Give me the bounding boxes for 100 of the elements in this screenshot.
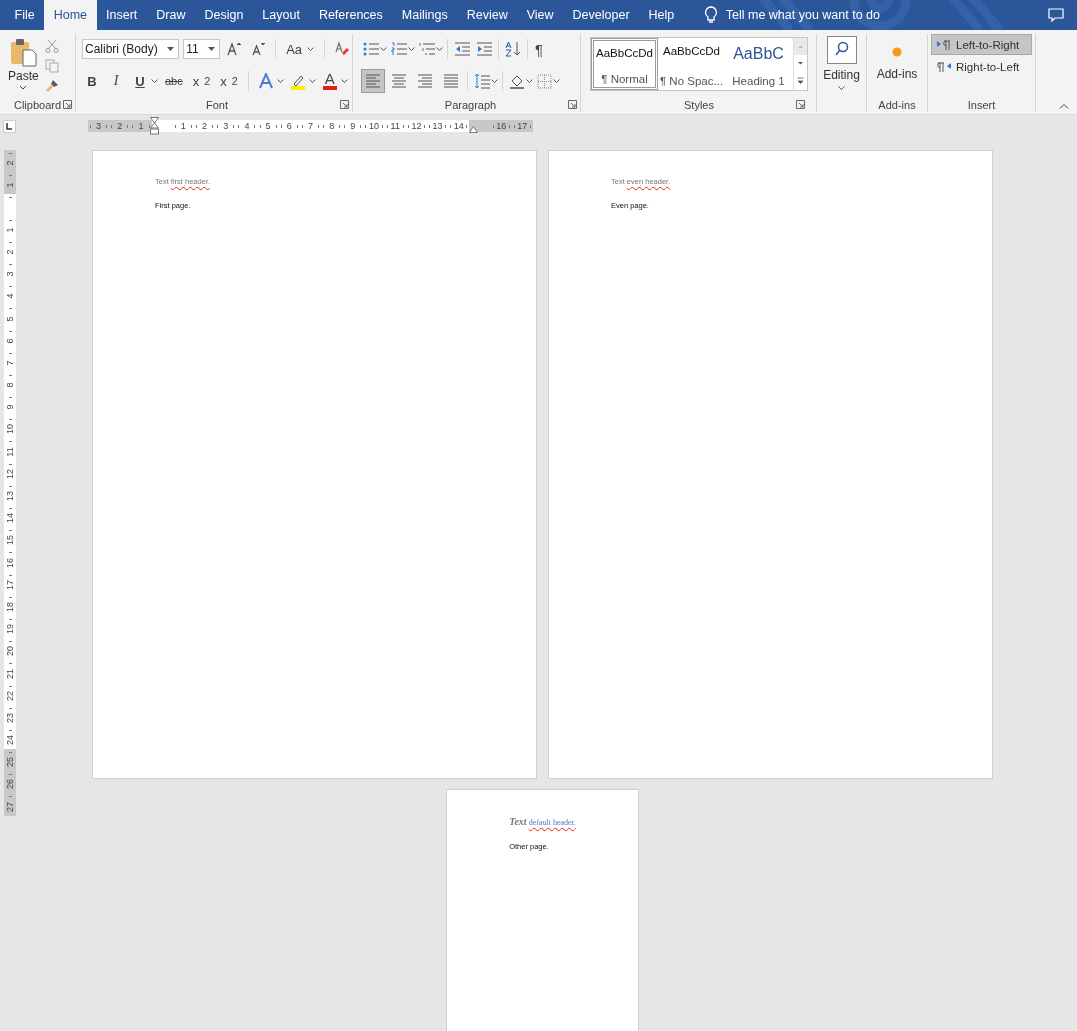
ruler-number: 4 <box>244 121 250 131</box>
caret-icon[interactable] <box>491 79 498 83</box>
editing-button[interactable]: Editing <box>817 34 866 90</box>
decrease-indent-icon[interactable] <box>454 42 470 56</box>
increase-indent-icon[interactable] <box>476 42 492 56</box>
font-name-field[interactable]: Calibri (Body) <box>82 39 180 59</box>
ruler-number: 8 <box>5 382 15 388</box>
style-item[interactable]: AaBbCcDd ¶ Normal <box>591 38 658 90</box>
ruler-number: 2 <box>117 121 123 131</box>
indent-marker-icon[interactable] <box>469 126 478 133</box>
dialog-launcher-icon[interactable] <box>63 100 72 109</box>
ribbon-tab[interactable]: Home <box>44 0 97 30</box>
ruler-number: 5 <box>265 121 271 131</box>
caret-icon[interactable] <box>526 79 533 83</box>
ruler-number: 2 <box>202 121 208 131</box>
text-effects-icon[interactable] <box>257 73 274 89</box>
dialog-launcher-icon[interactable] <box>796 100 805 109</box>
borders-icon[interactable] <box>537 73 552 89</box>
paste-button[interactable]: Paste <box>8 37 39 98</box>
clipboard-icon <box>9 37 38 67</box>
search-icon <box>826 36 857 64</box>
shrink-font-icon[interactable] <box>250 41 267 57</box>
strikethrough-button[interactable]: abc <box>162 70 186 92</box>
ruler-number: 19 <box>5 624 15 635</box>
vertical-ruler[interactable]: 2 1 1 2 3 4 5 6 7 8 9 10 11 12 13 14 15 16 17 18 19 20 21 22 23 24 25 26 27 <box>4 150 16 816</box>
caret-icon <box>838 86 845 90</box>
bold-button[interactable]: B <box>82 70 102 92</box>
ruler-number: 16 <box>496 121 507 131</box>
ruler-number: 23 <box>5 712 15 723</box>
tell-me-search-field[interactable]: Tell me what you want to do <box>725 8 926 22</box>
dialog-launcher-icon[interactable] <box>568 100 577 109</box>
ribbon-tab[interactable]: File <box>5 0 45 30</box>
ruler-number: 25 <box>5 757 15 768</box>
ruler-number: 14 <box>5 513 15 524</box>
ribbon-tab[interactable]: Insert <box>96 0 147 30</box>
dialog-launcher-icon[interactable] <box>340 100 349 109</box>
indent-marker-icon[interactable] <box>150 117 159 135</box>
ruler-number: 20 <box>5 646 15 657</box>
dropdown-arrow-icon <box>208 47 216 51</box>
ruler-number: 27 <box>5 801 15 812</box>
ruler-number: 3 <box>96 121 102 131</box>
paragraph-direction-icon <box>937 39 951 50</box>
ruler-number: 18 <box>5 601 15 612</box>
caret-icon[interactable] <box>408 47 415 51</box>
bullets-icon[interactable] <box>363 42 379 56</box>
ruler-number: 17 <box>5 579 15 590</box>
horizontal-ruler[interactable]: 3 2 1 1 2 3 4 5 6 7 8 9 10 11 12 13 14 16 17 <box>88 120 533 132</box>
ribbon-tab[interactable]: Mailings <box>392 0 458 30</box>
caret-icon <box>19 85 28 90</box>
caret-icon[interactable] <box>380 47 387 51</box>
ribbon-tab[interactable]: References <box>309 0 393 30</box>
group-label: Paragraph <box>444 99 497 111</box>
grow-font-icon[interactable] <box>226 41 243 57</box>
caret-icon[interactable] <box>436 47 443 51</box>
clear-formatting-icon[interactable] <box>334 41 350 57</box>
underline-button[interactable]: U <box>130 70 150 92</box>
line-spacing-icon[interactable] <box>474 73 490 89</box>
add-ins-button[interactable]: Add-ins <box>867 37 927 81</box>
ribbon-tab[interactable]: Developer <box>563 0 640 30</box>
ruler-number: 2 <box>5 160 15 166</box>
ribbon-tab[interactable]: Review <box>457 0 518 30</box>
lightbulb-icon <box>703 6 718 24</box>
ruler-number: 10 <box>369 121 380 131</box>
sort-icon[interactable] <box>505 41 521 57</box>
comments-icon[interactable] <box>1048 8 1064 22</box>
caret-icon[interactable] <box>340 79 348 83</box>
caret-icon[interactable] <box>276 79 284 83</box>
paragraph-direction-icon <box>937 61 951 72</box>
group-label: Insert <box>967 99 996 111</box>
format-painter-icon[interactable] <box>44 79 59 93</box>
ruler-number: 13 <box>432 121 443 131</box>
font-color-button[interactable]: A <box>319 70 340 92</box>
ribbon-tab[interactable]: Draw <box>146 0 195 30</box>
caret-icon[interactable] <box>553 79 560 83</box>
ribbon-tab[interactable]: Layout <box>252 0 310 30</box>
text-direction-button[interactable]: Right-to-Left <box>931 56 1032 77</box>
ruler-number: 3 <box>5 271 15 277</box>
alignment-icon <box>443 73 459 89</box>
tab-selector-icon[interactable] <box>3 119 16 133</box>
ruler-number: 16 <box>5 557 15 568</box>
ruler-number: 4 <box>5 293 15 299</box>
italic-button[interactable]: I <box>106 70 126 92</box>
ribbon-tab[interactable]: Help <box>639 0 684 30</box>
paint-bucket-icon[interactable] <box>509 73 525 89</box>
ribbon-tab[interactable]: Design <box>194 0 253 30</box>
ribbon-tab[interactable]: View <box>517 0 564 30</box>
dropdown-arrow-icon <box>167 47 175 51</box>
ruler-number: 1 <box>138 121 144 131</box>
multilevel-list-icon[interactable] <box>419 42 435 56</box>
caret-icon[interactable] <box>308 79 316 83</box>
group-label: Clipboard <box>13 99 62 111</box>
caret-icon[interactable] <box>151 79 158 83</box>
change-case-button[interactable]: Aa <box>283 38 318 60</box>
ruler-number: 3 <box>223 121 229 131</box>
ruler-number: 14 <box>453 121 464 131</box>
show-formatting-marks-button[interactable]: ¶ <box>532 38 547 60</box>
font-size-field[interactable]: 11 <box>183 39 221 59</box>
alignment-icon <box>391 73 407 89</box>
ruler-number: 2 <box>5 249 15 255</box>
text-direction-button[interactable]: Left-to-Right <box>931 34 1032 55</box>
